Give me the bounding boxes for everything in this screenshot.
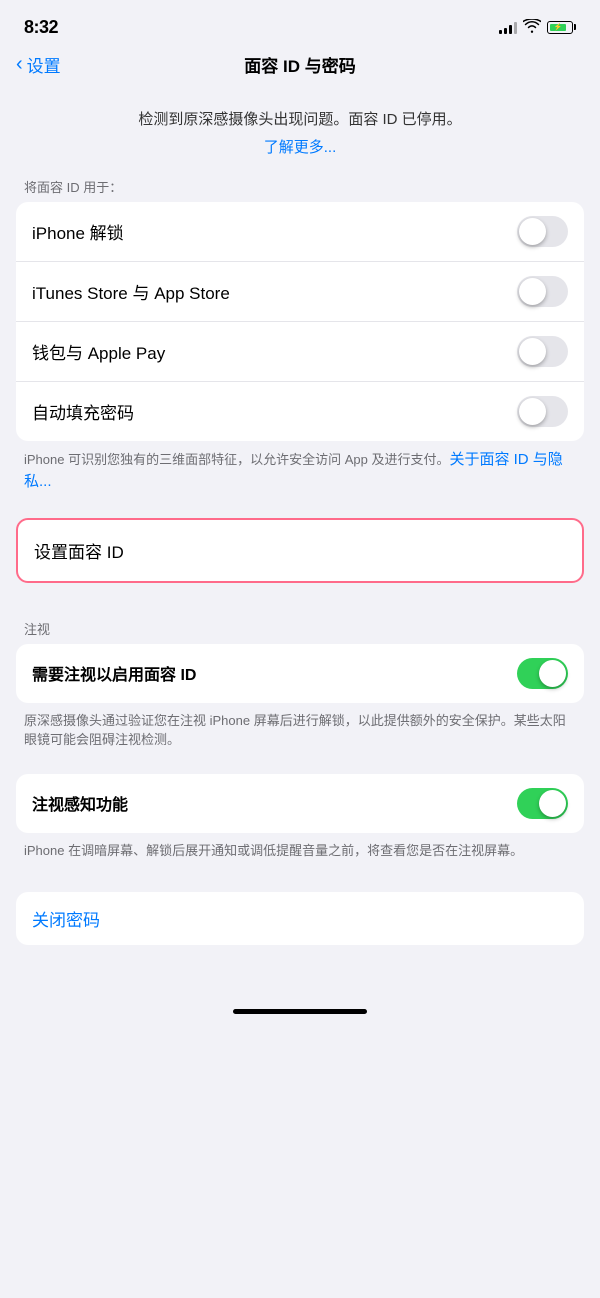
apple-pay-row: 钱包与 Apple Pay <box>16 322 584 382</box>
attention-awareness-card: 注视感知功能 <box>16 774 584 833</box>
toggle-knob <box>539 660 566 687</box>
attention-awareness-label: 注视感知功能 <box>32 791 128 815</box>
toggle-knob <box>519 338 546 365</box>
warning-message: 检测到原深感摄像头出现问题。面容 ID 已停用。 <box>24 109 576 132</box>
attention-awareness-row: 注视感知功能 <box>16 774 584 833</box>
attention-section: 注视 需要注视以启用面容 ID 原深感摄像头通过验证您在注视 iPhone 屏幕… <box>0 619 600 877</box>
status-icons <box>499 19 576 36</box>
autofill-toggle[interactable] <box>517 396 568 427</box>
autofill-row: 自动填充密码 <box>16 382 584 441</box>
iphone-unlock-toggle[interactable] <box>517 216 568 247</box>
face-id-use-section: 将面容 ID 用于： iPhone 解锁 iTunes Store 与 App … <box>0 177 600 510</box>
attention-awareness-note: iPhone 在调暗屏幕、解锁后展开通知或调低提醒音量之前，将查看您是否在注视屏… <box>0 833 600 877</box>
apple-pay-toggle[interactable] <box>517 336 568 367</box>
status-time: 8:32 <box>24 17 58 38</box>
setup-face-id-card[interactable]: 设置面容 ID <box>16 518 584 583</box>
toggle-knob <box>519 278 546 305</box>
nav-bar: ‹ 设置 面容 ID 与密码 <box>0 48 600 89</box>
autofill-label: 自动填充密码 <box>32 399 134 424</box>
attention-section-label: 注视 <box>0 619 600 644</box>
itunes-store-toggle[interactable] <box>517 276 568 307</box>
warning-section: 检测到原深感摄像头出现问题。面容 ID 已停用。 了解更多... <box>0 89 600 177</box>
attention-unlock-note: 原深感摄像头通过验证您在注视 iPhone 屏幕后进行解锁，以此提供额外的安全保… <box>0 703 600 766</box>
home-indicator <box>0 993 600 1022</box>
page-title: 面容 ID 与密码 <box>244 52 355 77</box>
toggle-knob <box>519 218 546 245</box>
chevron-left-icon: ‹ <box>16 54 23 74</box>
passcode-card: 关闭密码 <box>16 892 584 945</box>
face-id-section-label: 将面容 ID 用于： <box>0 177 600 202</box>
signal-icon <box>499 20 517 34</box>
battery-icon <box>547 21 576 34</box>
wifi-icon <box>523 19 541 36</box>
iphone-unlock-row: iPhone 解锁 <box>16 202 584 262</box>
setup-face-id-label: 设置面容 ID <box>34 543 124 562</box>
privacy-link[interactable]: 关于面容 ID 与隐私... <box>24 451 563 491</box>
face-id-note: iPhone 可识别您独有的三维面部特征，以允许安全访问 App 及进行支付。关… <box>0 441 600 510</box>
face-id-use-card: iPhone 解锁 iTunes Store 与 App Store 钱包与 A… <box>16 202 584 441</box>
toggle-knob <box>539 790 566 817</box>
learn-more-link[interactable]: 了解更多... <box>264 139 337 156</box>
setup-face-id-row[interactable]: 设置面容 ID <box>18 520 582 581</box>
close-passcode-link[interactable]: 关闭密码 <box>32 906 100 931</box>
close-passcode-row[interactable]: 关闭密码 <box>16 892 584 945</box>
back-button[interactable]: ‹ 设置 <box>16 52 61 77</box>
itunes-store-label: iTunes Store 与 App Store <box>32 279 230 304</box>
status-bar: 8:32 <box>0 0 600 48</box>
attention-awareness-toggle[interactable] <box>517 788 568 819</box>
iphone-unlock-label: iPhone 解锁 <box>32 219 124 244</box>
apple-pay-label: 钱包与 Apple Pay <box>32 339 165 364</box>
home-bar <box>233 1009 367 1014</box>
itunes-store-row: iTunes Store 与 App Store <box>16 262 584 322</box>
attention-unlock-toggle[interactable] <box>517 658 568 689</box>
attention-unlock-label: 需要注视以启用面容 ID <box>32 661 196 685</box>
back-label: 设置 <box>27 52 61 77</box>
attention-unlock-row: 需要注视以启用面容 ID <box>16 644 584 703</box>
attention-card: 需要注视以启用面容 ID <box>16 644 584 703</box>
toggle-knob <box>519 398 546 425</box>
